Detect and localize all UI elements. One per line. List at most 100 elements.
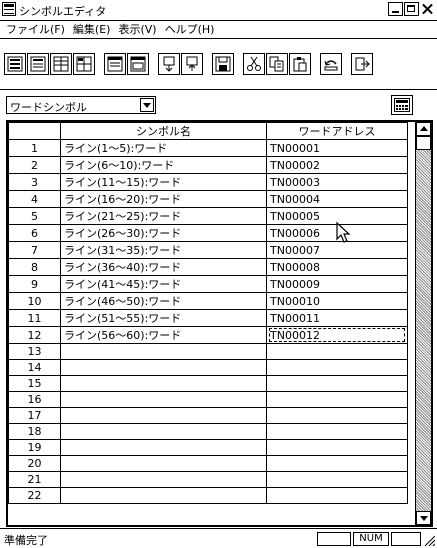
symbol-type-select[interactable]: ワードシンボル — [6, 96, 156, 114]
menu-edit[interactable]: 編集(E) — [69, 21, 115, 37]
word-address-cell[interactable] — [266, 343, 408, 360]
table-row[interactable]: 18 — [8, 423, 408, 440]
row-number-cell[interactable]: 18 — [8, 423, 61, 440]
table-row[interactable]: 9 ライン(41～45):ワード TN00009 — [8, 275, 408, 293]
row-number-cell[interactable]: 17 — [8, 407, 61, 424]
menu-file[interactable]: ファイル(F) — [2, 21, 69, 37]
table-row[interactable]: 22 — [8, 487, 408, 504]
chevron-down-icon[interactable] — [140, 98, 154, 112]
scroll-up-button[interactable] — [416, 122, 431, 136]
row-number-cell[interactable]: 16 — [8, 391, 61, 408]
exit-button[interactable] — [351, 53, 373, 75]
row-number-cell[interactable]: 1 — [8, 139, 61, 157]
table-row[interactable]: 1 ライン(1～5):ワード TN00001 — [8, 139, 408, 157]
symbol-name-cell[interactable]: ライン(11～15):ワード — [60, 173, 267, 191]
word-address-cell[interactable] — [266, 407, 408, 424]
table-row[interactable]: 12 ライン(56～60):ワード TN00012 — [8, 326, 408, 344]
word-address-header[interactable]: ワードアドレス — [266, 122, 408, 140]
word-address-cell[interactable] — [266, 375, 408, 392]
list-view-button[interactable] — [4, 53, 26, 75]
row-number-cell[interactable]: 12 — [8, 326, 61, 344]
symbol-name-cell[interactable]: ライン(46～50):ワード — [60, 292, 267, 310]
resize-grip-icon[interactable] — [423, 534, 435, 546]
row-number-cell[interactable]: 13 — [8, 343, 61, 360]
symbol-name-cell[interactable]: ライン(41～45):ワード — [60, 275, 267, 293]
vertical-scrollbar[interactable] — [415, 122, 431, 525]
symbol-name-cell[interactable] — [60, 359, 267, 376]
minimize-button[interactable] — [388, 2, 403, 16]
symbol-name-cell[interactable]: ライン(36～40):ワード — [60, 258, 267, 276]
table-row[interactable]: 17 — [8, 407, 408, 424]
scroll-thumb[interactable] — [416, 136, 431, 150]
table-row[interactable]: 20 — [8, 455, 408, 472]
word-address-cell[interactable] — [266, 471, 408, 488]
split-view-button[interactable] — [50, 53, 72, 75]
symbol-name-cell[interactable] — [60, 471, 267, 488]
symbol-name-cell[interactable] — [60, 455, 267, 472]
symbol-name-cell[interactable]: ライン(56～60):ワード — [60, 326, 267, 344]
word-address-cell[interactable] — [266, 455, 408, 472]
row-number-cell[interactable]: 7 — [8, 241, 61, 259]
list-view-alt-button[interactable] — [27, 53, 49, 75]
row-number-cell[interactable]: 9 — [8, 275, 61, 293]
row-number-cell[interactable]: 10 — [8, 292, 61, 310]
table-row[interactable]: 16 — [8, 391, 408, 408]
table-row[interactable]: 10 ライン(46～50):ワード TN00010 — [8, 292, 408, 310]
copy-button[interactable] — [266, 53, 288, 75]
word-address-cell[interactable]: TN00009 — [266, 275, 408, 293]
table-row[interactable]: 2 ライン(6～10):ワード TN00002 — [8, 156, 408, 174]
symbol-name-cell[interactable]: ライン(31～35):ワード — [60, 241, 267, 259]
word-address-cell[interactable]: TN00003 — [266, 173, 408, 191]
table-row[interactable]: 15 — [8, 375, 408, 392]
symbol-name-cell[interactable]: ライン(51～55):ワード — [60, 309, 267, 327]
word-address-cell[interactable] — [266, 487, 408, 504]
download-button[interactable] — [158, 53, 180, 75]
symbol-name-cell[interactable] — [60, 343, 267, 360]
word-address-cell[interactable]: TN00002 — [266, 156, 408, 174]
word-address-cell[interactable]: TN00008 — [266, 258, 408, 276]
undo-button[interactable] — [320, 53, 342, 75]
word-address-cell[interactable] — [266, 359, 408, 376]
symbol-name-cell[interactable]: ライン(26～30):ワード — [60, 224, 267, 242]
table-row[interactable]: 21 — [8, 471, 408, 488]
menu-help[interactable]: ヘルプ(H) — [161, 21, 219, 37]
symbol-name-cell[interactable] — [60, 439, 267, 456]
paste-button[interactable] — [289, 53, 311, 75]
cut-button[interactable] — [243, 53, 265, 75]
row-number-cell[interactable]: 3 — [8, 173, 61, 191]
table-row[interactable]: 7 ライン(31～35):ワード TN00007 — [8, 241, 408, 259]
table-row[interactable]: 3 ライン(11～15):ワード TN00003 — [8, 173, 408, 191]
row-number-cell[interactable]: 2 — [8, 156, 61, 174]
save-button[interactable] — [212, 53, 234, 75]
word-address-cell[interactable] — [266, 391, 408, 408]
table-row[interactable]: 11 ライン(51～55):ワード TN00011 — [8, 309, 408, 327]
window-button[interactable] — [104, 53, 126, 75]
close-button[interactable] — [420, 2, 435, 16]
table-row[interactable]: 13 — [8, 343, 408, 360]
maximize-button[interactable] — [404, 2, 419, 16]
row-number-cell[interactable]: 6 — [8, 224, 61, 242]
title-bar[interactable]: シンボルエディタ — [0, 0, 437, 21]
word-address-cell[interactable] — [266, 423, 408, 440]
word-address-cell-selected[interactable]: TN00012 — [266, 326, 408, 344]
symbol-name-cell[interactable]: ライン(1～5):ワード — [60, 139, 267, 157]
word-address-cell[interactable]: TN00004 — [266, 190, 408, 208]
menu-view[interactable]: 表示(V) — [114, 21, 160, 37]
row-number-cell[interactable]: 14 — [8, 359, 61, 376]
scroll-down-button[interactable] — [416, 511, 431, 525]
symbol-name-cell[interactable] — [60, 423, 267, 440]
row-number-cell[interactable]: 19 — [8, 439, 61, 456]
symbol-name-cell[interactable] — [60, 407, 267, 424]
symbol-name-cell[interactable]: ライン(16～20):ワード — [60, 190, 267, 208]
row-number-cell[interactable]: 15 — [8, 375, 61, 392]
window-alt-button[interactable] — [127, 53, 149, 75]
symbol-name-header[interactable]: シンボル名 — [60, 122, 267, 140]
word-address-cell[interactable]: TN00010 — [266, 292, 408, 310]
row-number-header[interactable] — [8, 122, 61, 140]
upload-button[interactable] — [181, 53, 203, 75]
word-address-cell[interactable]: TN00011 — [266, 309, 408, 327]
row-number-cell[interactable]: 22 — [8, 487, 61, 504]
row-number-cell[interactable]: 8 — [8, 258, 61, 276]
table-row[interactable]: 4 ライン(16～20):ワード TN00004 — [8, 190, 408, 208]
symbol-name-cell[interactable]: ライン(21～25):ワード — [60, 207, 267, 225]
